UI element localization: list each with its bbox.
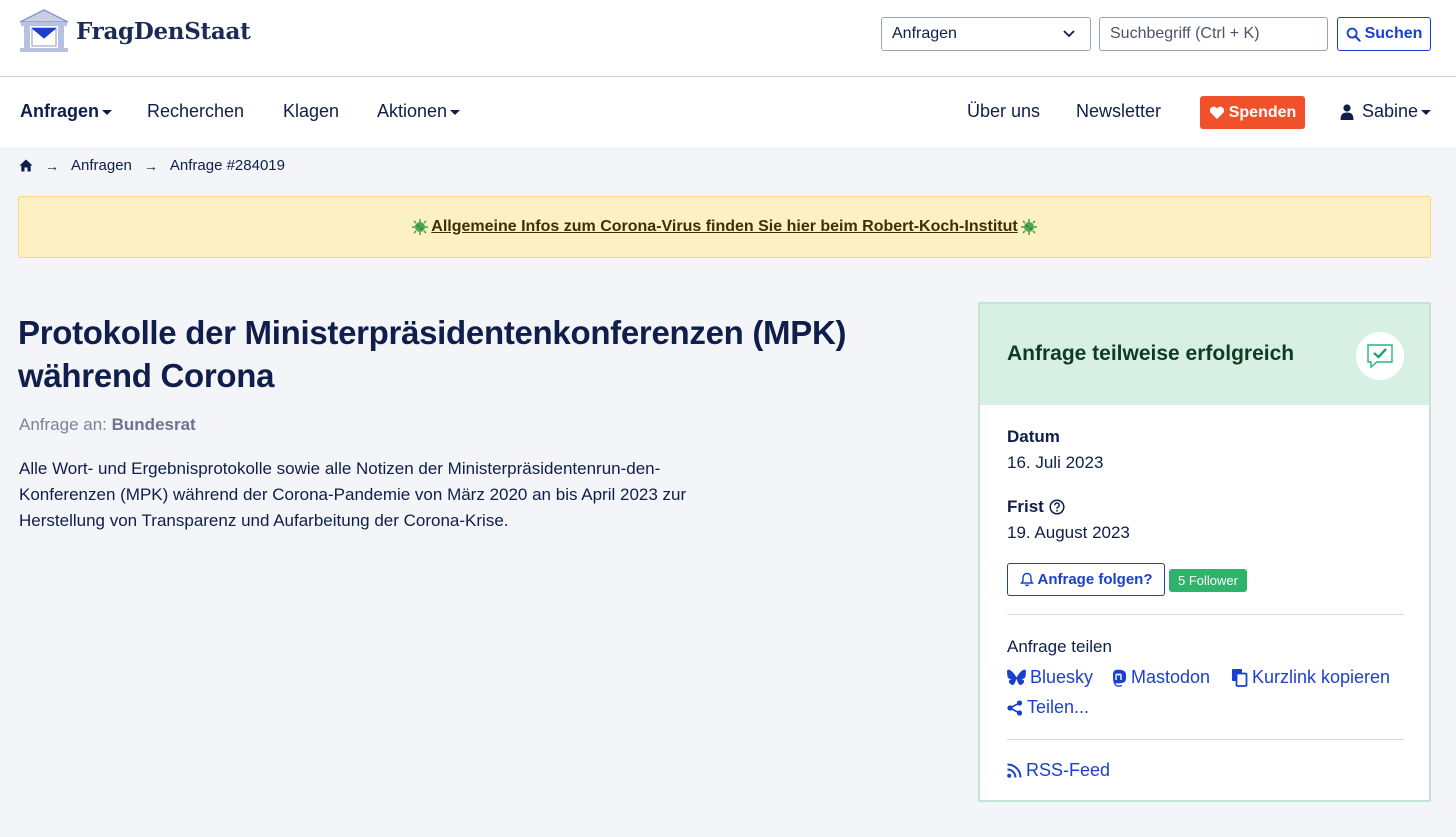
nav-recherchen[interactable]: Recherchen <box>147 101 244 122</box>
nav-anfragen-label: Anfragen <box>20 101 100 121</box>
search-button[interactable]: Suchen <box>1337 17 1431 51</box>
recipient-line: Anfrage an: Bundesrat <box>19 415 196 435</box>
nav-ueber-uns-label: Über uns <box>967 101 1041 121</box>
frist-row: Frist <box>1007 497 1065 517</box>
breadcrumb: → Anfragen → Anfrage #284019 <box>19 157 285 174</box>
page-title: Protokolle der Ministerpräsidentenkonfer… <box>18 314 847 394</box>
brand-name: FragDenStaat <box>76 17 251 45</box>
status-header: Anfrage teilweise erfolgreich <box>980 304 1429 405</box>
nav-newsletter[interactable]: Newsletter <box>1076 101 1161 122</box>
user-menu[interactable]: Sabine <box>1340 101 1432 122</box>
virus-icon <box>412 219 429 235</box>
copy-shortlink-label: Kurzlink kopieren <box>1252 667 1391 687</box>
share-title: Anfrage teilen <box>1007 637 1112 656</box>
nav-anfragen[interactable]: Anfragen <box>20 101 113 122</box>
rss-feed-link[interactable]: RSS-Feed <box>1007 760 1110 781</box>
share-nodes-icon <box>1007 699 1023 716</box>
heart-icon <box>1209 106 1224 119</box>
top-header: FragDenStaat Anfragen Suchen <box>0 0 1456 77</box>
recipient-link[interactable]: Bundesrat <box>112 415 196 434</box>
share-mastodon-link[interactable]: Mastodon <box>1110 667 1210 688</box>
rki-link[interactable]: Allgemeine Infos zum Corona-Virus finden… <box>431 218 1017 236</box>
search-icon <box>1346 27 1361 42</box>
nav-klagen-label: Klagen <box>283 101 340 121</box>
arrow-right-icon: → <box>143 157 158 174</box>
share-mastodon-label: Mastodon <box>1131 667 1211 687</box>
nav-recherchen-label: Recherchen <box>147 101 245 121</box>
search-button-label: Suchen <box>1364 25 1423 42</box>
frist-value: 19. August 2023 <box>1007 523 1130 542</box>
nav-ueber-uns[interactable]: Über uns <box>967 101 1040 122</box>
follow-button[interactable]: Anfrage folgen? <box>1007 563 1165 596</box>
donate-label: Spenden <box>1228 103 1297 121</box>
share-more-link[interactable]: Teilen... <box>1007 697 1089 718</box>
help-circle-icon[interactable] <box>1049 499 1065 515</box>
frist-label: Frist <box>1007 497 1044 516</box>
nav-aktionen-label: Aktionen <box>377 101 448 121</box>
status-card: Anfrage teilweise erfolgreich Datum 16. … <box>978 302 1431 802</box>
chevron-down-icon <box>1063 30 1075 38</box>
follow-label: Anfrage folgen? <box>1037 571 1153 588</box>
datum-label: Datum <box>1007 427 1060 446</box>
recipient-label: Anfrage an: <box>19 415 107 434</box>
copy-shortlink-link[interactable]: Kurzlink kopieren <box>1231 667 1390 688</box>
divider <box>1007 614 1404 615</box>
breadcrumb-anfragen[interactable]: Anfragen <box>71 157 132 174</box>
info-banner: Allgemeine Infos zum Corona-Virus finden… <box>18 196 1431 258</box>
search-scope-select[interactable]: Anfragen <box>881 17 1091 51</box>
share-bluesky-label: Bluesky <box>1030 667 1094 687</box>
breadcrumb-current: Anfrage #284019 <box>169 157 285 174</box>
share-more-label: Teilen... <box>1027 697 1090 717</box>
brand-logo[interactable]: FragDenStaat <box>18 8 251 54</box>
follower-count-badge: 5 Follower <box>1169 569 1247 592</box>
nav-aktionen[interactable]: Aktionen <box>377 101 461 122</box>
arrow-right-icon: → <box>45 157 59 174</box>
copy-icon <box>1232 669 1248 687</box>
rss-icon <box>1007 763 1022 778</box>
request-description: Alle Wort- und Ergebnisprotokolle sowie … <box>19 459 687 530</box>
main-nav: Anfragen Recherchen Klagen Aktionen Über… <box>0 77 1456 147</box>
user-name: Sabine <box>1362 101 1419 121</box>
chat-check-icon <box>1356 332 1404 380</box>
nav-klagen[interactable]: Klagen <box>283 101 339 122</box>
datum-value: 16. Juli 2023 <box>1007 453 1104 472</box>
caret-down-icon <box>450 110 461 115</box>
nav-newsletter-label: Newsletter <box>1076 101 1162 121</box>
bluesky-icon <box>1007 669 1026 685</box>
status-text: Anfrage teilweise erfolgreich <box>1007 342 1295 365</box>
bell-icon <box>1019 572 1034 587</box>
home-icon[interactable] <box>19 159 33 172</box>
caret-down-icon <box>1421 110 1432 115</box>
donate-button[interactable]: Spenden <box>1200 96 1305 129</box>
user-icon <box>1340 103 1354 120</box>
rss-feed-label: RSS-Feed <box>1026 760 1111 780</box>
search-input[interactable] <box>1099 17 1328 51</box>
divider <box>1007 739 1404 740</box>
share-bluesky-link[interactable]: Bluesky <box>1007 667 1093 688</box>
virus-icon <box>1020 219 1037 235</box>
caret-down-icon <box>102 110 113 115</box>
mastodon-icon <box>1112 669 1127 687</box>
search-scope-value: Anfragen <box>892 25 957 42</box>
building-logo-icon <box>19 9 69 52</box>
